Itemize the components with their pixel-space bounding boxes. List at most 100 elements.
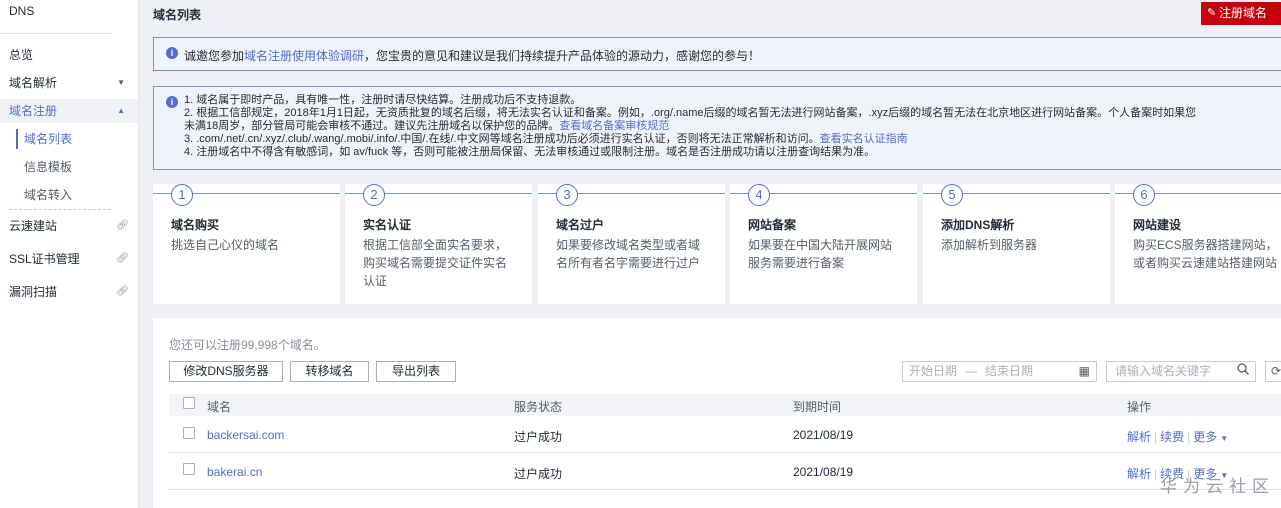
filing-rules-link[interactable]: 查看域名备案审核规范 bbox=[559, 120, 669, 132]
sidebar-sub-info-template[interactable]: 信息模板 bbox=[24, 157, 72, 177]
sidebar-dashed-divider bbox=[9, 209, 111, 210]
step-number: 4 bbox=[748, 184, 770, 206]
step-desc: 购买ECS服务器搭建网站， 或者购买云速建站搭建网站 bbox=[1133, 236, 1278, 272]
survey-suffix: ，您宝贵的意见和建议是我们持续提升产品体验的源动力，感谢您的参与！ bbox=[364, 49, 761, 63]
modify-dns-button[interactable]: 修改DNS服务器 bbox=[169, 361, 283, 382]
info-icon: i bbox=[166, 96, 178, 108]
step-desc-line: 如果要修改域名类型或者域 bbox=[556, 238, 701, 252]
more-dropdown[interactable]: 更多 ▼ bbox=[1193, 430, 1228, 444]
renew-link[interactable]: 续费 bbox=[1160, 430, 1184, 444]
date-separator: — bbox=[965, 364, 978, 378]
page-title: 域名列表 bbox=[153, 8, 202, 22]
step-title: 网站建设 bbox=[1133, 218, 1182, 232]
rules-notice: i 1. 域名属于即时产品，具有唯一性，注册时请尽快结算。注册成功后不支持退款。… bbox=[153, 86, 1281, 170]
rule-line: 未满18周岁，部分管局可能会审核不通过。建议先注册域名以保护您的品牌。查看域名备… bbox=[184, 120, 1196, 133]
step-desc-line: 如果要在中国大陆开展网站 bbox=[748, 238, 893, 252]
sidebar-item-domain-register[interactable]: 域名注册 ▲ bbox=[9, 101, 131, 121]
step-card: 4 网站备案 如果要在中国大陆开展网站 服务需要进行备案 bbox=[730, 184, 917, 304]
step-title: 添加DNS解析 bbox=[941, 218, 1015, 232]
step-number: 1 bbox=[171, 184, 193, 206]
step-desc-line: 添加解析到服务器 bbox=[941, 238, 1038, 252]
step-card: 1 域名购买 挑选自己心仪的域名 bbox=[153, 184, 340, 304]
sidebar-item-label: 漏洞扫描 bbox=[9, 285, 58, 299]
survey-notice: i 诚邀您参加域名注册使用体验调研，您宝贵的意见和建议是我们持续提升产品体验的源… bbox=[153, 37, 1281, 71]
domain-name-link[interactable]: backersai.com bbox=[207, 428, 284, 442]
refresh-icon[interactable]: ⟳ bbox=[1265, 361, 1281, 382]
step-title: 实名认证 bbox=[363, 218, 412, 232]
survey-notice-text: 诚邀您参加域名注册使用体验调研，您宝贵的意见和建议是我们持续提升产品体验的源动力… bbox=[184, 47, 760, 64]
sidebar-item-site-builder[interactable]: 云速建站 🔗︎ bbox=[9, 216, 131, 236]
step-desc-line: 根据工信部全面实名要求， bbox=[363, 238, 508, 252]
col-header-status: 服务状态 bbox=[514, 400, 563, 414]
register-domain-label: 注册域名 bbox=[1219, 6, 1268, 20]
step-desc-line: 购买域名需要提交证件实名 bbox=[363, 256, 508, 270]
step-title: 网站备案 bbox=[748, 218, 797, 232]
step-card: 5 添加DNS解析 添加解析到服务器 bbox=[923, 184, 1110, 304]
sidebar-item-dns-resolve[interactable]: 域名解析 ▼ bbox=[9, 73, 131, 93]
sidebar-title: DNS bbox=[9, 4, 35, 18]
sidebar-item-label: 域名解析 bbox=[9, 76, 58, 90]
row-divider bbox=[169, 452, 1281, 453]
rule-text: 未满18周岁，部分管局可能会审核不通过。建议先注册域名以保护您的品牌。 bbox=[184, 120, 560, 132]
rule-line: 1. 域名属于即时产品，具有唯一性，注册时请尽快结算。注册成功后不支持退款。 bbox=[184, 94, 582, 106]
chevron-down-icon: ▼ bbox=[1220, 434, 1229, 443]
sidebar-item-label: 域名注册 bbox=[9, 104, 58, 118]
row-status: 过户成功 bbox=[514, 467, 563, 481]
step-card: 3 域名过户 如果要修改域名类型或者域 名所有者名字需要进行过户 bbox=[538, 184, 725, 304]
sidebar-sub-domain-transfer-in[interactable]: 域名转入 bbox=[24, 185, 72, 205]
rule-line: 3. .com/.net/.cn/.xyz/.club/.wang/.mobi/… bbox=[184, 133, 1196, 146]
col-header-domain: 域名 bbox=[207, 400, 232, 414]
transfer-domain-button[interactable]: 转移域名 bbox=[290, 361, 369, 382]
search-input[interactable]: 请输入域名关键字 bbox=[1106, 361, 1256, 382]
chevron-down-icon: ▼ bbox=[117, 78, 125, 87]
rule-text: 3. .com/.net/.cn/.xyz/.club/.wang/.mobi/… bbox=[184, 133, 820, 145]
survey-link[interactable]: 域名注册使用体验调研 bbox=[244, 49, 364, 63]
sidebar-divider bbox=[0, 33, 111, 34]
rule-line: 4. 注册域名中不得含有敏感词，如 av/fuck 等，否则可能被注册局保留、无… bbox=[184, 146, 876, 158]
step-card: 2 实名认证 根据工信部全面实名要求， 购买域名需要提交证件实名 认证 bbox=[345, 184, 532, 304]
chevron-up-icon: ▲ bbox=[117, 106, 125, 115]
sidebar-item-label: SSL证书管理 bbox=[9, 252, 80, 266]
info-icon: i bbox=[166, 47, 178, 59]
sidebar-item-vuln-scan[interactable]: 漏洞扫描 🔗︎ bbox=[9, 282, 131, 302]
step-desc: 根据工信部全面实名要求， 购买域名需要提交证件实名 认证 bbox=[363, 236, 507, 290]
step-title: 域名购买 bbox=[171, 218, 220, 232]
real-name-guide-link[interactable]: 查看实名认证指南 bbox=[820, 133, 908, 145]
search-placeholder: 请输入域名关键字 bbox=[1115, 364, 1212, 378]
row-checkbox[interactable] bbox=[183, 427, 195, 439]
step-number: 3 bbox=[556, 184, 578, 206]
select-all-checkbox[interactable] bbox=[183, 397, 195, 409]
rules-notice-text: 1. 域名属于即时产品，具有唯一性，注册时请尽快结算。注册成功后不支持退款。 2… bbox=[184, 94, 1196, 159]
step-desc: 挑选自己心仪的域名 bbox=[171, 236, 279, 254]
table-header bbox=[169, 394, 1281, 416]
step-desc: 添加解析到服务器 bbox=[941, 236, 1037, 254]
row-expire: 2021/08/19 bbox=[793, 465, 854, 479]
resolve-link[interactable]: 解析 bbox=[1127, 467, 1151, 481]
sidebar-item-overview[interactable]: 总览 bbox=[9, 45, 131, 65]
date-range-picker[interactable]: 开始日期 — 结束日期 ▦ bbox=[902, 361, 1097, 382]
calendar-icon: ▦ bbox=[1078, 364, 1090, 378]
row-ops: 解析 | 续费 | 更多 ▼ bbox=[1127, 430, 1229, 444]
step-desc: 如果要在中国大陆开展网站 服务需要进行备案 bbox=[748, 236, 892, 272]
step-desc-line: 购买ECS服务器搭建网站， bbox=[1133, 238, 1278, 252]
register-domain-button[interactable]: ✎ 注册域名 bbox=[1201, 2, 1281, 25]
resolve-link[interactable]: 解析 bbox=[1127, 430, 1151, 444]
step-desc-line: 服务需要进行备案 bbox=[748, 256, 845, 270]
sidebar-item-ssl[interactable]: SSL证书管理 🔗︎ bbox=[9, 249, 131, 269]
row-expire: 2021/08/19 bbox=[793, 428, 854, 442]
step-desc-line: 名所有者名字需要进行过户 bbox=[556, 256, 701, 270]
sidebar-sub-active-bar bbox=[16, 129, 18, 149]
step-desc: 如果要修改域名类型或者域 名所有者名字需要进行过户 bbox=[556, 236, 700, 272]
step-number: 6 bbox=[1133, 184, 1155, 206]
row-checkbox[interactable] bbox=[183, 463, 195, 475]
more-label: 更多 bbox=[1193, 430, 1218, 444]
domain-name-link[interactable]: bakerai.cn bbox=[207, 465, 262, 479]
col-header-expire: 到期时间 bbox=[793, 400, 842, 414]
date-start: 开始日期 bbox=[909, 364, 958, 378]
edit-icon: ✎ bbox=[1207, 7, 1217, 19]
external-link-icon: 🔗︎ bbox=[116, 220, 129, 231]
step-desc-line: 认证 bbox=[363, 274, 388, 288]
sidebar-sub-domain-list[interactable]: 域名列表 bbox=[24, 129, 72, 149]
export-list-button[interactable]: 导出列表 bbox=[376, 361, 456, 382]
search-icon[interactable] bbox=[1237, 363, 1249, 375]
